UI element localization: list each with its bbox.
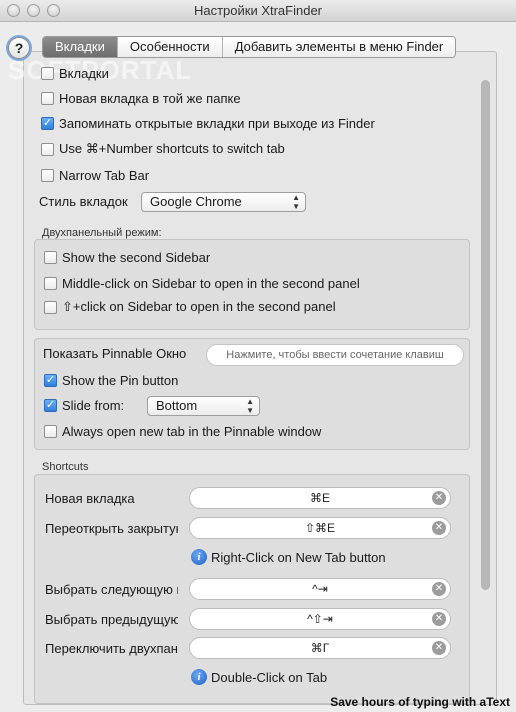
shortcut-label: Новая вкладка [45,491,135,506]
clear-shortcut-icon[interactable]: ✕ [432,521,446,535]
slide-from-value: Bottom [156,398,198,413]
shortcuts-header: Shortcuts [42,461,89,473]
remember-tabs-option[interactable]: ✓ Запоминать открытые вкладки при выходе… [41,116,375,131]
info-icon: i [191,669,207,685]
window-title: Настройки XtraFinder [193,3,323,18]
checkbox[interactable] [44,425,57,438]
middle-click-option[interactable]: Middle-click on Sidebar to open in the s… [44,276,360,291]
info-icon: i [191,549,207,565]
always-open-option[interactable]: Always open new tab in the Pinnable wind… [44,424,321,439]
tabs-option[interactable]: Вкладки [41,66,109,81]
shortcut-field[interactable]: ^⇧⇥ ✕ [189,608,451,630]
slide-from-option[interactable]: ✓ Slide from: [44,398,124,413]
cmd-number-option[interactable]: Use ⌘+Number shortcuts to switch tab [41,141,285,157]
checkbox[interactable] [44,300,57,314]
checkbox[interactable] [44,251,57,264]
shortcut-field[interactable]: ⌘E ✕ [189,487,451,509]
shortcut-field[interactable]: ⌘Г ✕ [189,637,451,659]
checkbox[interactable]: ✓ [44,399,57,412]
checkbox[interactable] [41,92,54,105]
clear-shortcut-icon[interactable]: ✕ [432,612,446,626]
checkbox[interactable] [44,277,57,290]
shortcut-label: Выбрать следующую вкладку [45,582,178,597]
title-bar: Настройки XtraFinder [0,0,516,22]
help-button[interactable]: ? [8,37,30,59]
clear-shortcut-icon[interactable]: ✕ [432,641,446,655]
clear-shortcut-icon[interactable]: ✕ [432,582,446,596]
show-pin-option[interactable]: ✓ Show the Pin button [44,373,178,388]
slide-from-select[interactable]: Bottom ▲ ▼ [147,396,260,416]
tab-features[interactable]: Особенности [117,37,223,57]
checkbox[interactable]: ✓ [41,117,54,130]
hint-dual: i Double-Click on Tab [191,669,327,685]
tab-style-label: Стиль вкладок [39,194,128,209]
shortcut-field[interactable]: ^⇥ ✕ [189,578,451,600]
checkbox[interactable] [41,169,54,182]
checkbox[interactable] [41,142,54,156]
dual-panel-header: Двухпанельный режим: [42,227,162,239]
checkbox[interactable] [41,67,54,80]
shortcut-label: Выбрать предыдущую вкладку [45,612,178,627]
tab-add-menu-items[interactable]: Добавить элементы в меню Finder [222,37,456,57]
hint-new-tab: i Right-Click on New Tab button [191,549,386,565]
shortcut-field[interactable]: ⇧⌘E ✕ [189,517,451,539]
tab-style-value: Google Chrome [150,194,242,209]
select-arrows-icon: ▲ ▼ [292,193,300,211]
checkbox[interactable]: ✓ [44,374,57,387]
select-arrows-icon: ▲ ▼ [246,397,254,415]
shortcut-label: Переоткрыть закрытую вкладку [45,521,178,536]
scrollbar[interactable] [481,80,490,590]
pinnable-shortcut-field[interactable]: Нажмите, чтобы ввести сочетание клавиш [206,344,464,366]
pinnable-label: Показать Pinnable Окно [43,346,187,361]
tab-bar: Вкладки Особенности Добавить элементы в … [42,36,457,58]
shift-click-option[interactable]: ⇧+click on Sidebar to open in the second… [44,299,336,315]
tab-tabs[interactable]: Вкладки [43,37,118,57]
narrow-tab-bar-option[interactable]: Narrow Tab Bar [41,168,149,183]
tab-style-select[interactable]: Google Chrome ▲ ▼ [141,192,306,212]
shortcut-label: Переключить двухпанельный режим [45,641,178,656]
new-tab-same-folder-option[interactable]: Новая вкладка в той же папке [41,91,241,106]
show-second-sidebar-option[interactable]: Show the second Sidebar [44,250,210,265]
clear-shortcut-icon[interactable]: ✕ [432,491,446,505]
promo-banner[interactable]: Save hours of typing with aText [330,695,510,709]
